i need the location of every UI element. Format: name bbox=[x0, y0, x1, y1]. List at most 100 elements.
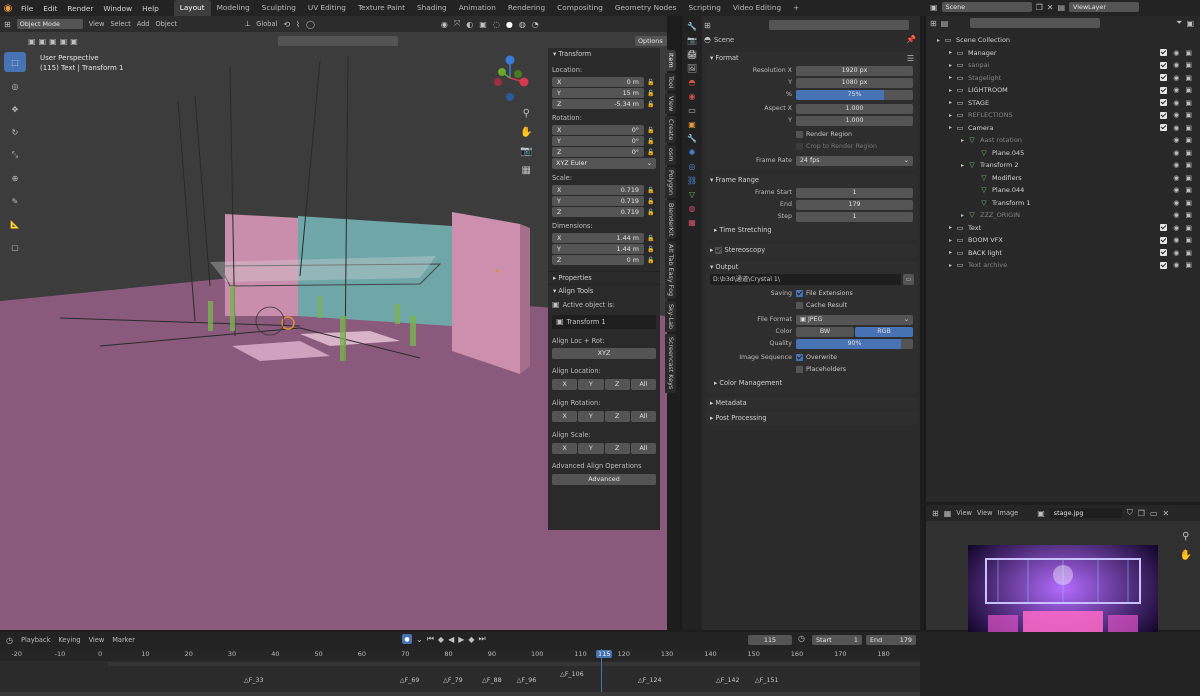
close-icon[interactable]: ✕ bbox=[1047, 3, 1054, 12]
workspace-tab-rendering[interactable]: Rendering bbox=[502, 0, 551, 16]
workspace-tab-video-editing[interactable]: Video Editing bbox=[727, 0, 787, 16]
align-tools-header[interactable]: ▾ Align Tools bbox=[548, 284, 660, 297]
pivot-icon[interactable]: ⟲ bbox=[283, 20, 290, 29]
render-region-checkbox[interactable] bbox=[796, 131, 803, 138]
outliner-row[interactable]: ▽ Plane.045 ◉ ▣ bbox=[926, 147, 1200, 160]
disclosure-icon[interactable]: ▸ bbox=[958, 212, 967, 219]
workspace-tab-compositing[interactable]: Compositing bbox=[551, 0, 609, 16]
timeline-marker[interactable]: △F_151 bbox=[755, 677, 779, 684]
select-subtract-icon[interactable]: ▣ bbox=[49, 37, 57, 46]
disclosure-icon[interactable]: ▸ bbox=[958, 162, 967, 169]
rot-field[interactable]: X 0° bbox=[552, 125, 644, 135]
disclosure-icon[interactable]: ▸ bbox=[946, 224, 955, 231]
scene-tab-icon[interactable]: ◓ bbox=[689, 78, 696, 87]
lock-icon[interactable]: 🔓 bbox=[646, 90, 656, 97]
material-tab-icon[interactable]: ◍ bbox=[689, 204, 696, 213]
exclude-checkbox[interactable] bbox=[1160, 61, 1168, 69]
select-extend-icon[interactable]: ▣ bbox=[39, 37, 47, 46]
pan-hand-icon[interactable]: ✋ bbox=[520, 127, 532, 138]
marker-menu[interactable]: Marker bbox=[112, 636, 135, 644]
scl-field[interactable]: Y 0.719 bbox=[552, 196, 644, 206]
exclude-checkbox[interactable] bbox=[1160, 49, 1168, 57]
eye-icon[interactable]: ◉ bbox=[1173, 224, 1179, 232]
camera-icon[interactable]: ▣ bbox=[1185, 124, 1192, 132]
camera-icon[interactable]: ▣ bbox=[1185, 74, 1192, 82]
move-icon[interactable]: ✥ bbox=[4, 100, 26, 118]
lock-icon[interactable]: 🔓 bbox=[646, 209, 656, 216]
editor-type-icon[interactable]: ⊞ bbox=[704, 21, 711, 30]
preview-range-icon[interactable]: ◷ bbox=[798, 634, 805, 643]
exclude-checkbox[interactable] bbox=[1160, 111, 1168, 119]
lock-icon[interactable]: 🔓 bbox=[646, 79, 656, 86]
menu-file[interactable]: File bbox=[16, 4, 38, 13]
exclude-checkbox[interactable] bbox=[1160, 224, 1168, 232]
align-axis-z-button[interactable]: Z bbox=[604, 379, 630, 390]
current-frame-field[interactable]: 115 bbox=[748, 635, 792, 645]
frame-rate-select[interactable]: 24 fps ⌄ bbox=[796, 155, 913, 166]
camera-icon[interactable]: ▣ bbox=[1185, 249, 1192, 257]
image-browse-icon[interactable]: ▣ bbox=[1037, 509, 1045, 518]
disclosure-icon[interactable]: ▸ bbox=[946, 49, 955, 56]
overlay-icon[interactable]: ◐ bbox=[466, 20, 473, 29]
disclosure-icon[interactable]: ▸ bbox=[946, 62, 955, 69]
align-xyz-button[interactable]: XYZ bbox=[552, 348, 656, 359]
stereoscopy-checkbox[interactable] bbox=[715, 247, 723, 254]
outliner-row[interactable]: ▸ ▭ sanpai ◉ ▣ bbox=[926, 59, 1200, 72]
dim-field[interactable]: Z 0 m bbox=[552, 255, 644, 265]
xray-icon[interactable]: ▣ bbox=[479, 20, 487, 29]
view-layer-icon[interactable]: ▤ bbox=[1057, 3, 1065, 12]
align-axis-x-button[interactable]: X bbox=[552, 411, 578, 422]
sidebar-tab-sky-lab[interactable]: Sky-Lab bbox=[665, 301, 676, 333]
outliner-row[interactable]: ▽ Plane.044 ◉ ▣ bbox=[926, 184, 1200, 197]
blender-logo-icon[interactable]: ◉ bbox=[0, 0, 16, 16]
exclude-checkbox[interactable] bbox=[1160, 86, 1168, 94]
advanced-button[interactable]: Advanced bbox=[552, 474, 656, 485]
frame-end-field[interactable]: 179 bbox=[796, 199, 913, 210]
new-image-icon[interactable]: ❐ bbox=[1138, 509, 1145, 518]
disclosure-icon[interactable]: ▸ bbox=[946, 87, 955, 94]
dim-field[interactable]: Y 1.44 m bbox=[552, 244, 644, 254]
camera-icon[interactable]: ▣ bbox=[1185, 211, 1192, 219]
record-icon[interactable]: ● bbox=[402, 634, 412, 644]
eye-icon[interactable]: ◉ bbox=[1173, 174, 1179, 182]
eye-icon[interactable]: ◉ bbox=[1173, 149, 1179, 157]
exclude-checkbox[interactable] bbox=[1160, 236, 1168, 244]
disclosure-icon[interactable]: ▸ bbox=[946, 124, 955, 131]
workspace-tab-texture-paint[interactable]: Texture Paint bbox=[352, 0, 411, 16]
select-new-icon[interactable]: ▣ bbox=[28, 37, 36, 46]
eye-icon[interactable]: ◉ bbox=[1173, 211, 1179, 219]
camera-icon[interactable]: ▣ bbox=[1185, 99, 1192, 107]
select-box-icon[interactable]: ⬚ bbox=[4, 52, 26, 72]
orientation-selector[interactable]: Global bbox=[256, 20, 277, 28]
outliner-row[interactable]: ▸ ▭ BACK light ◉ ▣ bbox=[926, 247, 1200, 260]
sidebar-tab-view[interactable]: View bbox=[665, 92, 676, 115]
eye-icon[interactable]: ◉ bbox=[1173, 161, 1179, 169]
outliner-search-input[interactable] bbox=[970, 18, 1101, 28]
output-path-field[interactable]: D:\b3d\通道\Crystal 1\ bbox=[710, 274, 901, 285]
timeline-marker[interactable]: △F_96 bbox=[517, 677, 537, 684]
object-menu[interactable]: Object bbox=[155, 20, 176, 28]
physics-tab-icon[interactable]: ◎ bbox=[689, 162, 696, 171]
editor-type-icon[interactable]: ⊞ bbox=[4, 20, 11, 29]
prev-key-icon[interactable]: ◆ bbox=[438, 635, 444, 644]
output-header[interactable]: ▾ Output bbox=[706, 261, 918, 274]
measure-icon[interactable]: 📐 bbox=[4, 215, 26, 233]
outliner-row[interactable]: ▸ ▽ ZZZ_ORIGIN ◉ ▣ bbox=[926, 209, 1200, 222]
align-axis-x-button[interactable]: X bbox=[552, 379, 578, 390]
overwrite-checkbox[interactable] bbox=[796, 354, 803, 361]
image-menu[interactable]: Image bbox=[998, 509, 1019, 517]
disclosure-icon[interactable]: ▸ bbox=[946, 262, 955, 269]
camera-icon[interactable]: ▣ bbox=[1185, 61, 1192, 69]
camera-icon[interactable]: ▣ bbox=[1185, 199, 1192, 207]
camera-icon[interactable]: ▣ bbox=[1185, 236, 1192, 244]
align-axis-all-button[interactable]: All bbox=[630, 379, 656, 390]
cursor-icon[interactable]: ◎ bbox=[4, 77, 26, 95]
align-axis-all-button[interactable]: All bbox=[630, 411, 656, 422]
eye-icon[interactable]: ◉ bbox=[1173, 49, 1179, 57]
loc-field[interactable]: Y 15 m bbox=[552, 88, 644, 98]
sidebar-tab-screencast-keys[interactable]: Screencast Keys bbox=[665, 334, 676, 393]
eye-icon[interactable]: ◉ bbox=[1173, 124, 1179, 132]
eye-icon[interactable]: ◉ bbox=[1173, 86, 1179, 94]
align-axis-z-button[interactable]: Z bbox=[604, 443, 630, 454]
frame-start-field[interactable]: 1 bbox=[796, 187, 913, 198]
